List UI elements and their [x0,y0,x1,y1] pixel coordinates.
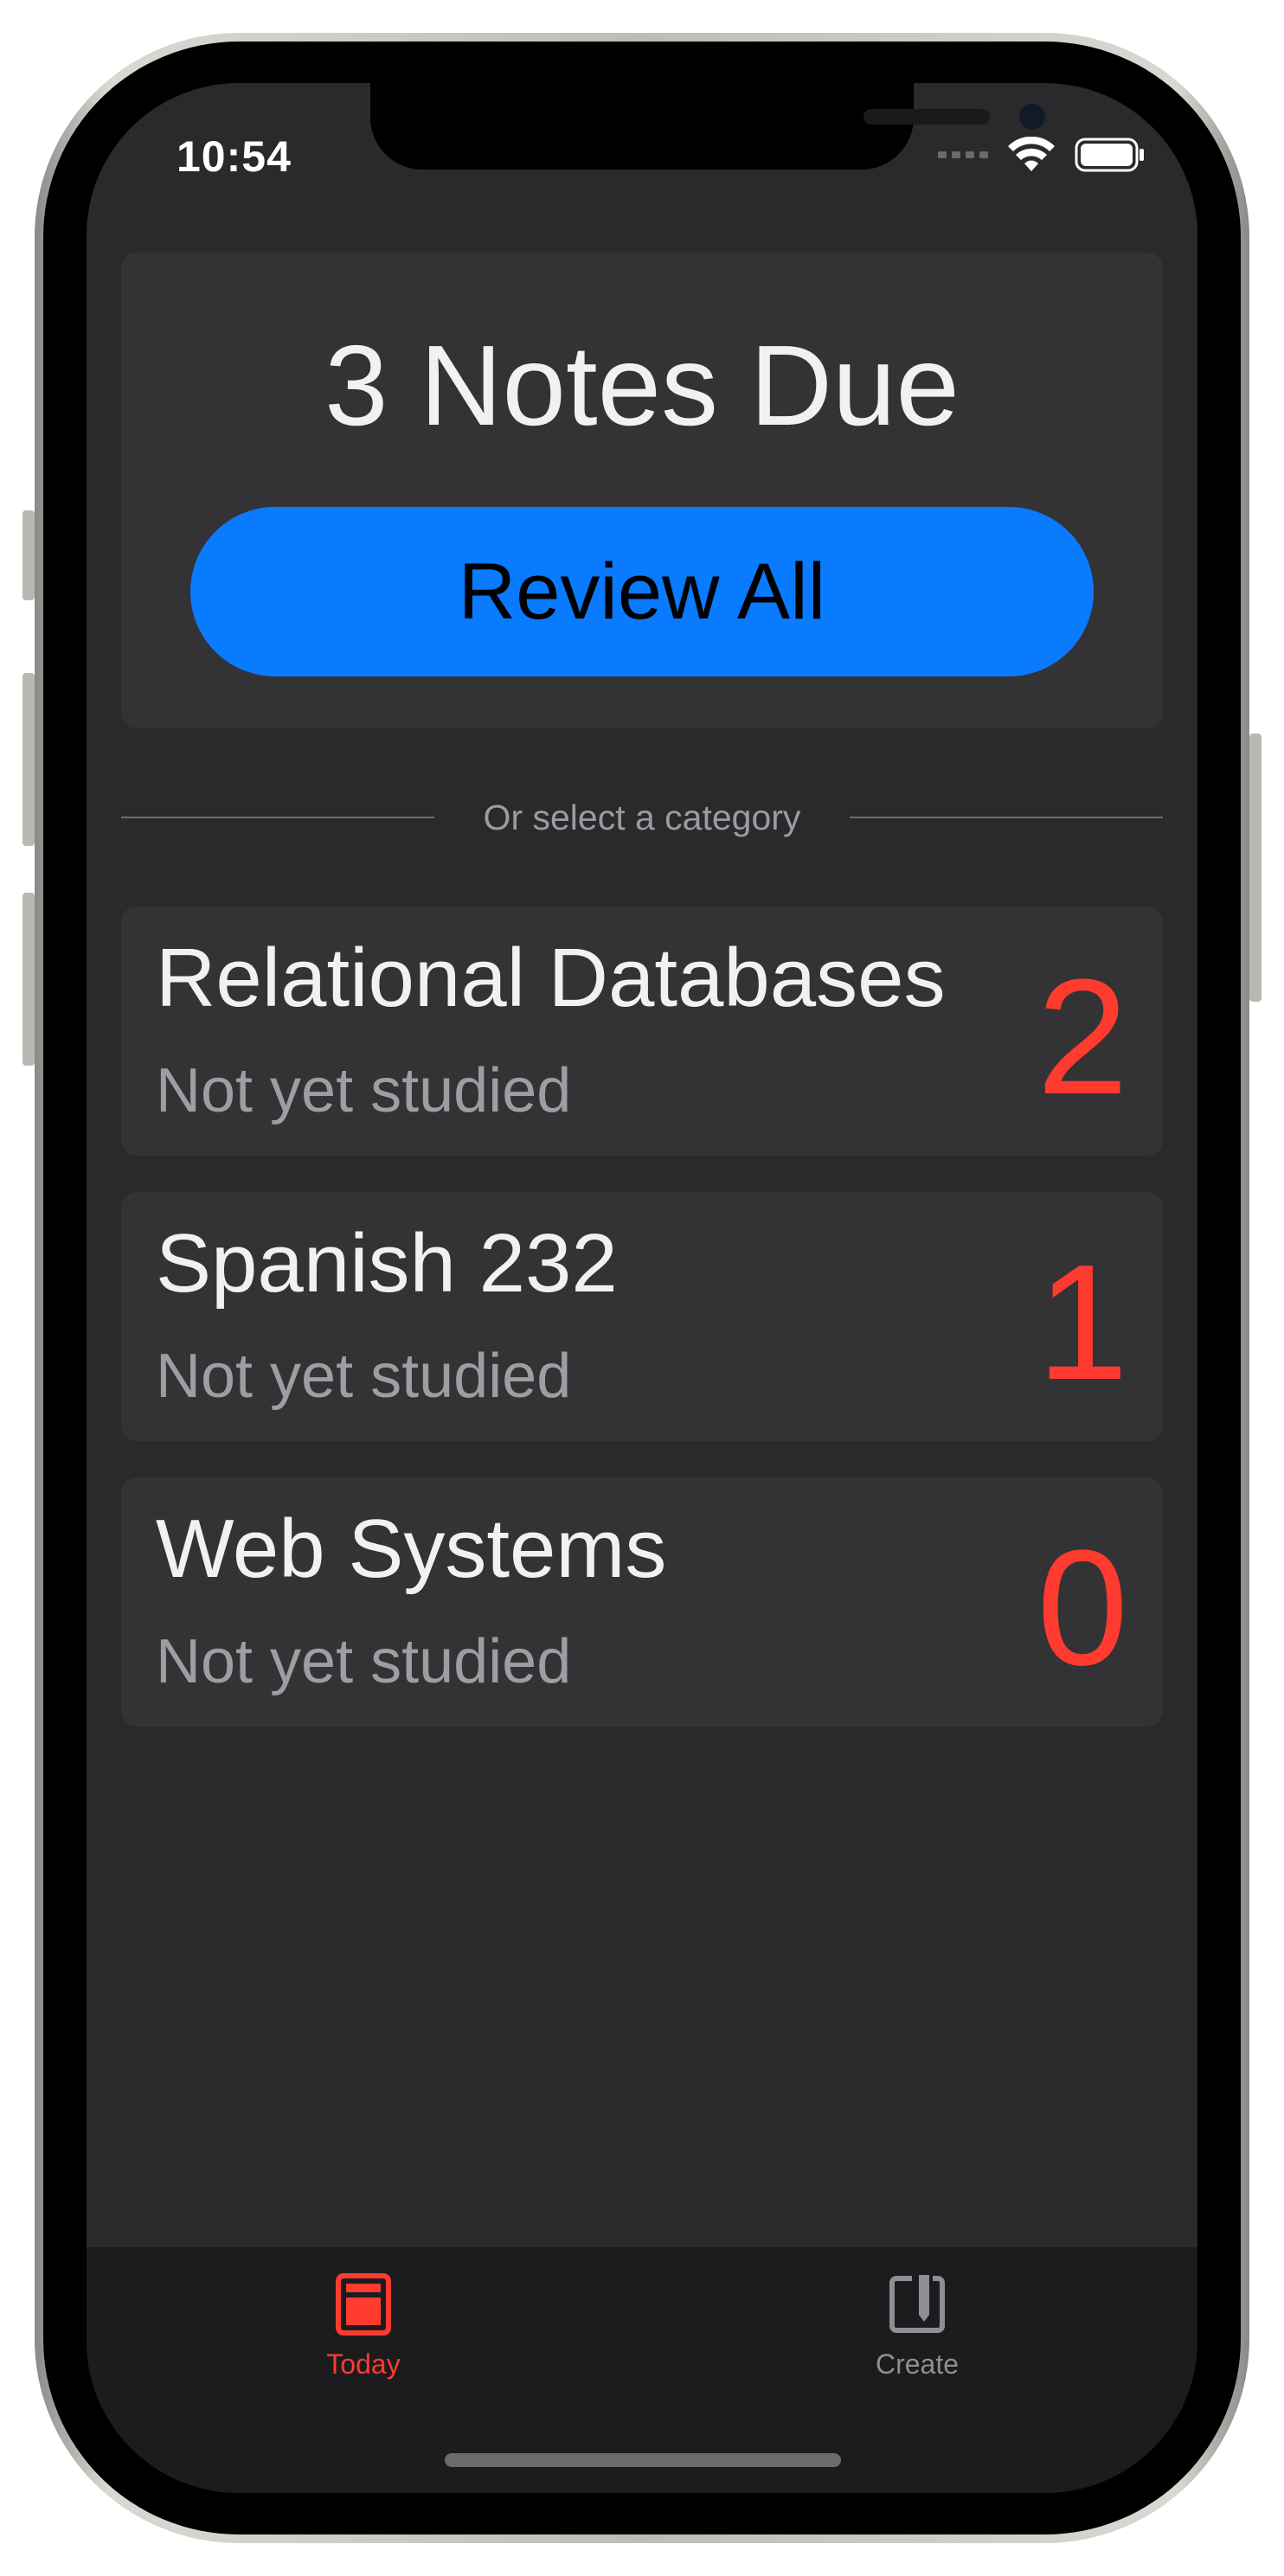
tab-create[interactable]: Create [813,2273,1021,2381]
tab-bar: Today Create [87,2247,1197,2493]
home-indicator[interactable] [445,2453,841,2467]
category-name: Relational Databases [156,932,946,1024]
category-status: Not yet studied [156,1056,572,1125]
category-status: Not yet studied [156,1342,572,1411]
category-card-spanish-232[interactable]: Spanish 232 Not yet studied 1 [121,1192,1163,1441]
category-name: Web Systems [156,1503,667,1595]
category-name: Spanish 232 [156,1217,618,1310]
review-all-button[interactable]: Review All [190,507,1094,676]
category-status: Not yet studied [156,1627,572,1696]
earpiece-speaker [863,109,990,125]
front-camera [1019,104,1045,130]
tab-label: Create [875,2349,960,2380]
category-card-web-systems[interactable]: Web Systems Not yet studied 0 [121,1477,1163,1727]
cellular-signal-icon [938,151,988,158]
summary-card: 3 Notes Due Review All [121,253,1163,728]
category-due-count: 0 [1037,1516,1128,1700]
status-icons [938,137,1146,173]
notch [370,83,1045,170]
volume-up-button [22,673,35,846]
divider-line-right [850,817,1163,818]
wifi-icon [1008,137,1055,171]
category-due-count: 1 [1037,1231,1128,1414]
power-button [1249,734,1262,1002]
tab-label: Today [326,2349,401,2380]
notes-due-title: 3 Notes Due [324,322,960,449]
volume-down-button [22,893,35,1066]
status-time: 10:54 [177,132,292,181]
category-due-count: 2 [1037,945,1128,1129]
today-icon [336,2273,391,2336]
create-icon [889,2275,945,2333]
tab-today[interactable]: Today [260,2273,467,2381]
app-screen: 10:54 3 Notes Due Review All Or select a… [87,83,1197,2493]
mute-switch [22,510,35,600]
battery-icon [1075,138,1144,172]
category-card-relational-databases[interactable]: Relational Databases Not yet studied 2 [121,907,1163,1156]
